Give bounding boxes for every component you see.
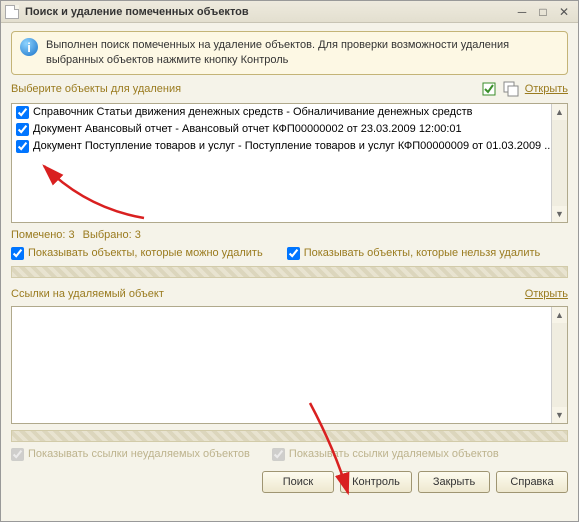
titlebar: Поиск и удаление помеченных объектов ─ □… [1, 1, 578, 23]
refs-label: Ссылки на удаляемый объект [11, 288, 164, 300]
window-icon [5, 5, 19, 19]
info-icon: i [20, 38, 38, 56]
list-item-text: Документ Поступление товаров и услуг - П… [33, 140, 551, 152]
filter-non-deletable-refs-label: Показывать ссылки неудаляемых объектов [28, 448, 250, 460]
filter-non-deletable-refs[interactable]: Показывать ссылки неудаляемых объектов [11, 448, 250, 461]
scroll-track[interactable] [552, 120, 567, 206]
info-panel: i Выполнен поиск помеченных на удаление … [11, 31, 568, 75]
objects-header: Выберите объекты для удаления Открыть [11, 81, 568, 97]
objects-list: Справочник Статьи движения денежных сред… [11, 103, 568, 223]
objects-label: Выберите объекты для удаления [11, 83, 475, 95]
list-item[interactable]: Документ Поступление товаров и услуг - П… [12, 138, 551, 155]
marked-count: Помечено: 3 [11, 229, 75, 241]
window-title: Поиск и удаление помеченных объектов [25, 6, 511, 18]
scroll-down-icon[interactable]: ▼ [552, 407, 567, 423]
open-object-link[interactable]: Открыть [525, 83, 568, 95]
filter-cannot-delete[interactable]: Показывать объекты, которые нельзя удали… [287, 247, 541, 260]
filter-can-delete-label: Показывать объекты, которые можно удалит… [28, 247, 263, 259]
scroll-up-icon[interactable]: ▲ [552, 307, 567, 323]
open-ref-link[interactable]: Открыть [525, 288, 568, 300]
refs-scrollbar[interactable]: ▲ ▼ [551, 307, 567, 423]
list-item-checkbox[interactable] [16, 123, 29, 136]
scroll-down-icon[interactable]: ▼ [552, 206, 567, 222]
list-item-text: Справочник Статьи движения денежных сред… [33, 106, 472, 118]
list-item[interactable]: Документ Авансовый отчет - Авансовый отч… [12, 121, 551, 138]
filter-can-delete[interactable]: Показывать объекты, которые можно удалит… [11, 247, 263, 260]
filter-can-delete-checkbox[interactable] [11, 247, 24, 260]
footer-filters: Показывать ссылки неудаляемых объектов П… [11, 448, 568, 461]
filter-deletable-refs-checkbox[interactable] [272, 448, 285, 461]
refs-list: ▲ ▼ [11, 306, 568, 424]
app-window: Поиск и удаление помеченных объектов ─ □… [0, 0, 579, 522]
annotation-arrow-2-icon [300, 395, 380, 505]
filter-cannot-delete-checkbox[interactable] [287, 247, 300, 260]
refs-header: Ссылки на удаляемый объект Открыть [11, 288, 568, 300]
selected-count: Выбрано: 3 [83, 229, 141, 241]
help-button[interactable]: Справка [496, 471, 568, 493]
minimize-button[interactable]: ─ [512, 4, 532, 20]
list-item-checkbox[interactable] [16, 140, 29, 153]
splitter[interactable] [11, 266, 568, 278]
check-all-icon[interactable] [481, 81, 497, 97]
maximize-button[interactable]: □ [533, 4, 553, 20]
scroll-up-icon[interactable]: ▲ [552, 104, 567, 120]
scroll-track[interactable] [552, 323, 567, 407]
info-text: Выполнен поиск помеченных на удаление об… [46, 38, 559, 68]
close-window-button[interactable]: ✕ [554, 4, 574, 20]
objects-scrollbar[interactable]: ▲ ▼ [551, 104, 567, 222]
filter-cannot-delete-label: Показывать объекты, которые нельзя удали… [304, 247, 541, 259]
list-item[interactable]: Справочник Статьи движения денежных сред… [12, 104, 551, 121]
list-item-text: Документ Авансовый отчет - Авансовый отч… [33, 123, 462, 135]
close-button[interactable]: Закрыть [418, 471, 490, 493]
filter-non-deletable-refs-checkbox[interactable] [11, 448, 24, 461]
splitter-2[interactable] [11, 430, 568, 442]
uncheck-all-icon[interactable] [503, 81, 519, 97]
status-row: Помечено: 3 Выбрано: 3 [11, 229, 568, 241]
list-item-checkbox[interactable] [16, 106, 29, 119]
button-bar: Поиск Контроль Закрыть Справка [11, 467, 568, 493]
content-area: i Выполнен поиск помеченных на удаление … [1, 23, 578, 521]
filter-row-1: Показывать объекты, которые можно удалит… [11, 247, 568, 260]
